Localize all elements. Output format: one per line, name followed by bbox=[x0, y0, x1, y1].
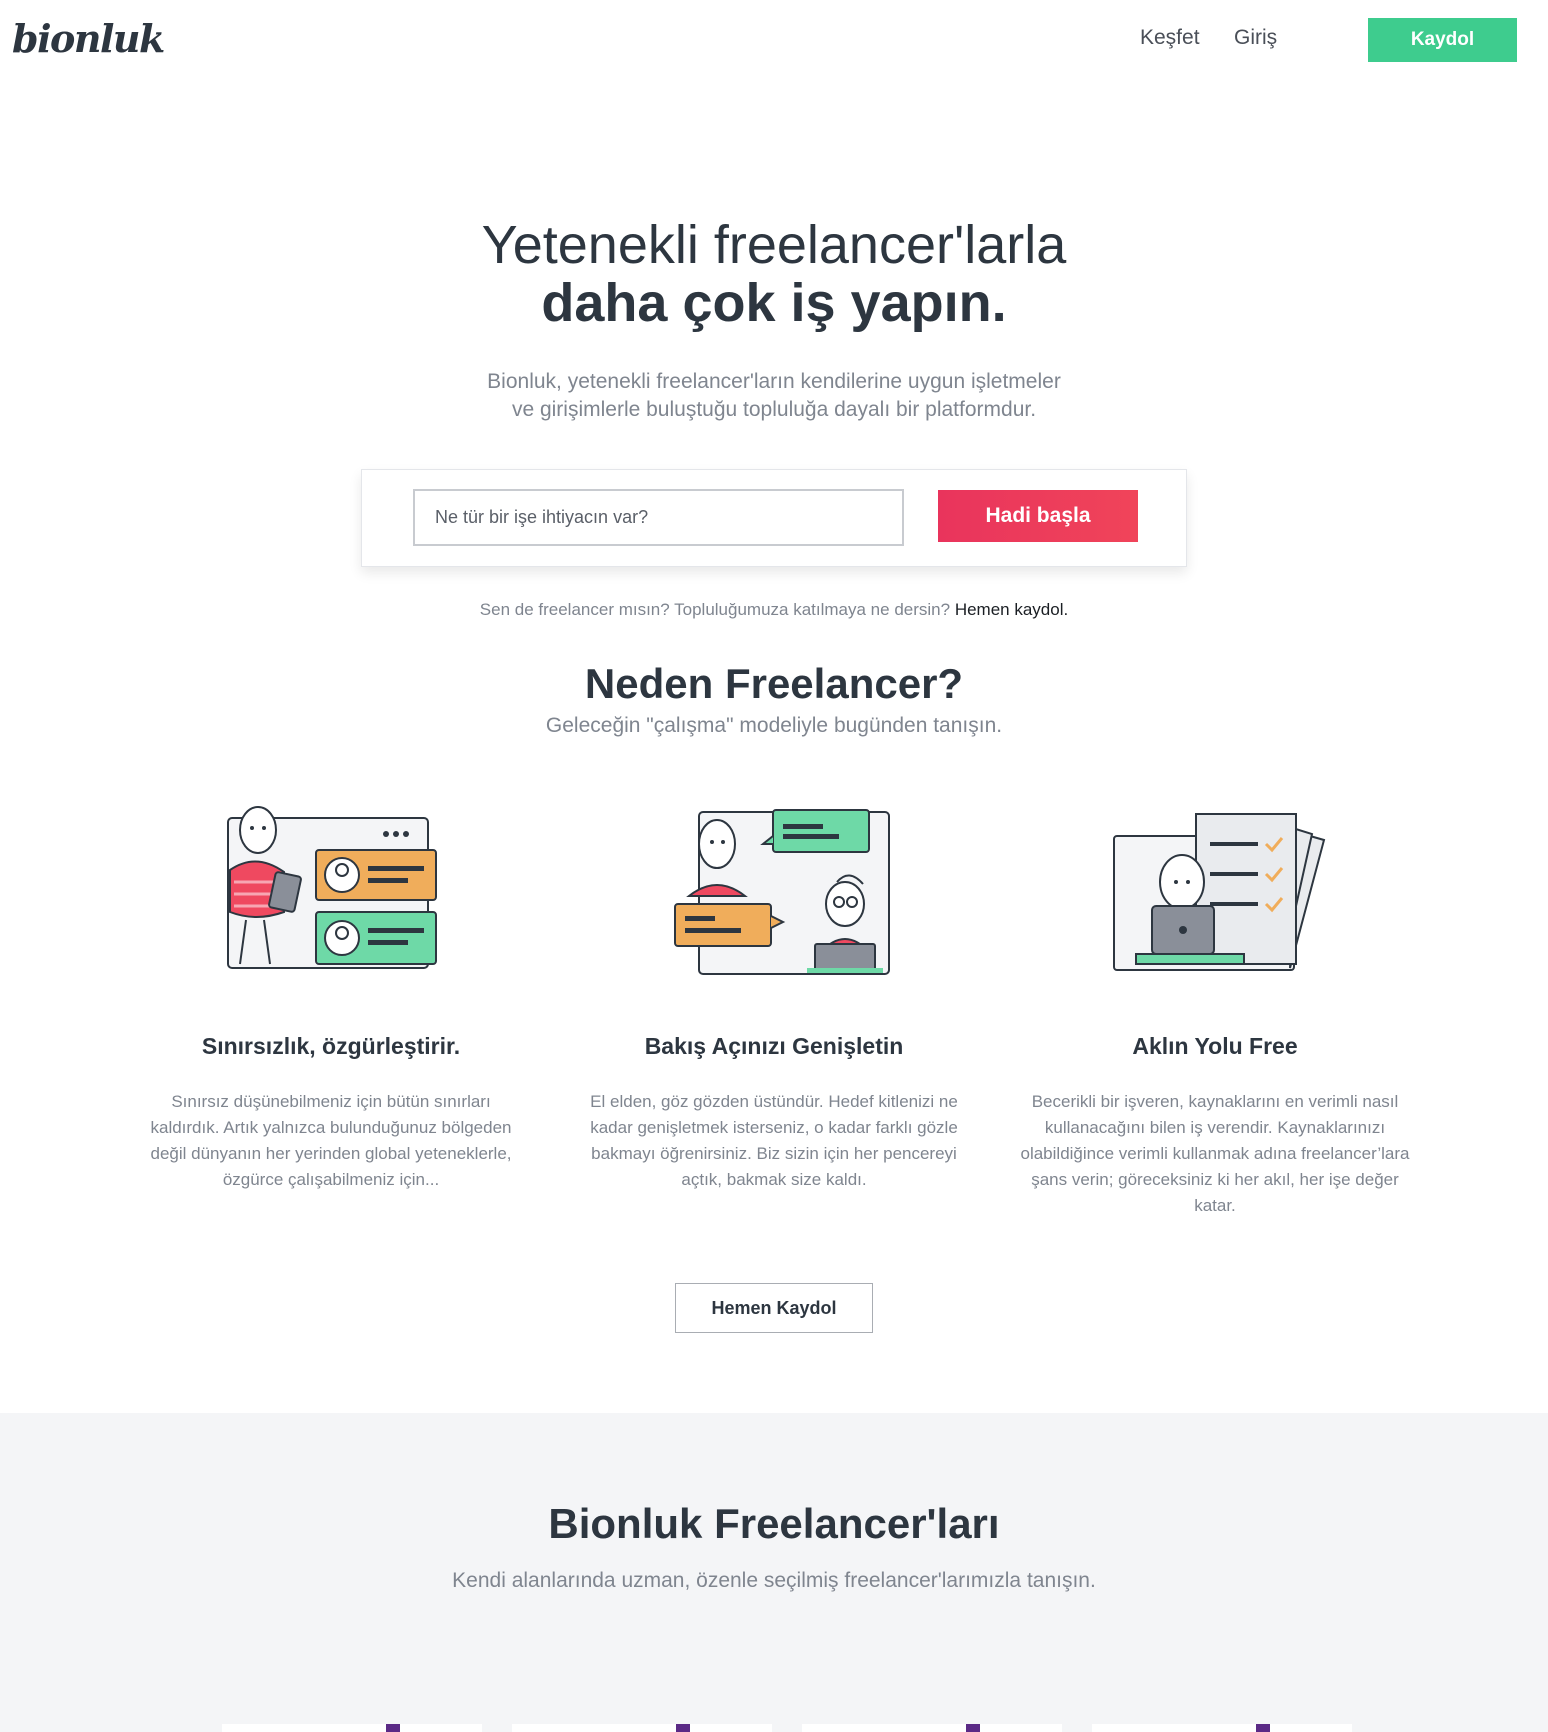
signup-button[interactable]: Kaydol bbox=[1368, 18, 1517, 62]
nav-link-giris[interactable]: Giriş bbox=[1234, 26, 1277, 50]
card-badge-icon bbox=[1256, 1724, 1270, 1732]
laptop-worker-illustration bbox=[1113, 813, 1326, 971]
freelancer-card-peek bbox=[1092, 1724, 1352, 1732]
freelancers-title-regular: Bionluk bbox=[548, 1500, 703, 1547]
hero-subtitle-line1: Bionluk, yetenekli freelancer'ların kend… bbox=[487, 370, 1061, 393]
feature-body-perspective: El elden, göz gözden üstündür. Hedef kit… bbox=[590, 1092, 958, 1189]
freelancer-signup-note: Sen de freelancer mısın? Topluluğumuza k… bbox=[0, 600, 1548, 620]
freelancer-note-text: Sen de freelancer mısın? Topluluğumuza k… bbox=[479, 600, 951, 619]
video-chat-illustration bbox=[674, 809, 890, 975]
card-badge-icon bbox=[966, 1724, 980, 1732]
top-navbar: bionluk Keşfet Giriş Kaydol bbox=[0, 0, 1548, 80]
bionluk-logo[interactable]: bionluk bbox=[12, 16, 165, 61]
why-freelancer-title: Neden Freelancer? bbox=[0, 660, 1548, 708]
why-freelancer-subtitle: Geleceğin "çalışma" modeliyle bugünden t… bbox=[545, 714, 1003, 737]
freelancer-signup-link[interactable]: Hemen kaydol. bbox=[955, 600, 1068, 619]
freelancer-chat-illustration bbox=[227, 806, 437, 969]
freelancer-card-peek bbox=[222, 1724, 482, 1732]
feature-title-smart: Aklın Yolu Free bbox=[1132, 1033, 1298, 1059]
feature-title-perspective: Bakış Açınızı Genişletin bbox=[644, 1033, 904, 1059]
freelancers-title-bold: Freelancer'ları bbox=[714, 1500, 1000, 1547]
register-now-button[interactable]: Hemen Kaydol bbox=[675, 1283, 873, 1333]
hero-title-line2: daha çok iş yapın. bbox=[541, 273, 1007, 333]
freelancer-card-peek bbox=[512, 1724, 772, 1732]
freelancer-card-peek bbox=[802, 1724, 1062, 1732]
job-search-input[interactable] bbox=[413, 489, 904, 546]
start-button[interactable]: Hadi başla bbox=[938, 490, 1138, 542]
freelancers-title: Bionluk Freelancer'ları bbox=[0, 1500, 1548, 1548]
feature-body-smart: Becerikli bir işveren, kaynaklarını en v… bbox=[1020, 1092, 1410, 1215]
freelancers-subtitle: Kendi alanlarında uzman, özenle seçilmiş… bbox=[452, 1569, 1096, 1592]
hero-title: Yetenekli freelancer'larla daha çok iş y… bbox=[0, 216, 1548, 332]
why-title-regular: Neden bbox=[584, 660, 714, 707]
card-badge-icon bbox=[676, 1724, 690, 1732]
hero-subtitle-line2: ve girişimlerle buluştuğu topluluğa daya… bbox=[511, 398, 1037, 421]
card-badge-icon bbox=[386, 1724, 400, 1732]
feature-body-unlimited: Sınırsız düşünebilmeniz için bütün sınır… bbox=[150, 1092, 512, 1189]
feature-title-unlimited: Sınırsızlık, özgürleştirir. bbox=[201, 1033, 461, 1059]
hero-subtitle: Bionluk, yetenekli freelancer'ların kend… bbox=[424, 368, 1124, 424]
hero-title-line1: Yetenekli freelancer'larla bbox=[481, 215, 1067, 275]
why-title-bold: Freelancer? bbox=[724, 660, 964, 707]
nav-link-kesfet[interactable]: Keşfet bbox=[1140, 26, 1200, 50]
search-panel: Hadi başla bbox=[361, 469, 1187, 567]
